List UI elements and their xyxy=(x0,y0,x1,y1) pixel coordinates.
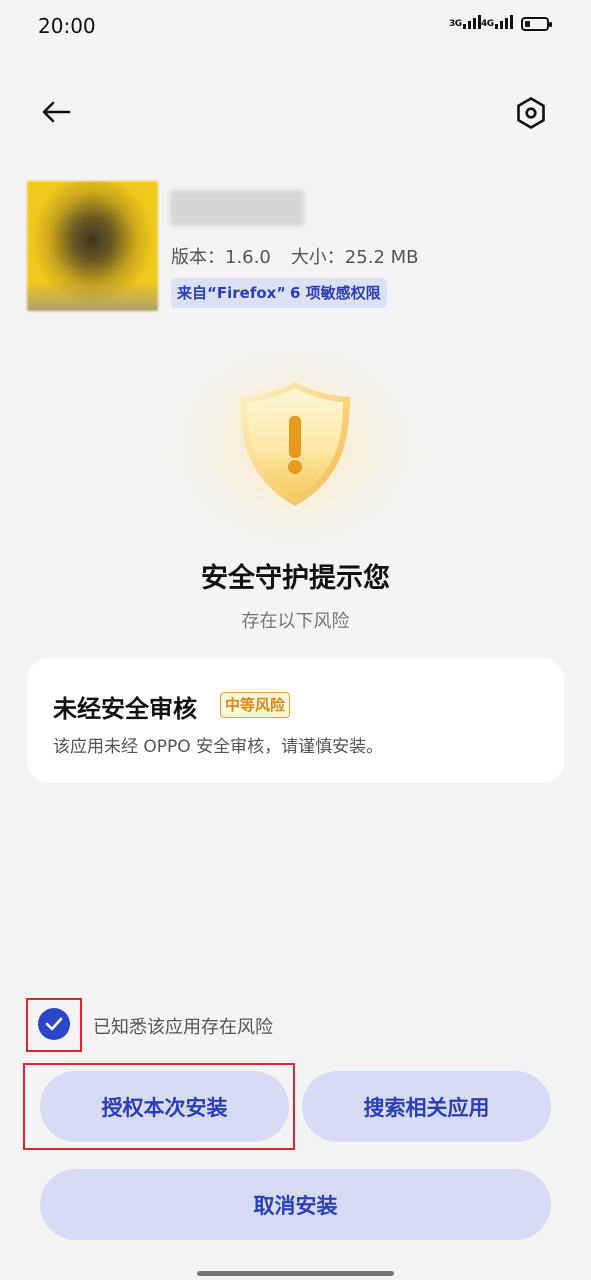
app-size: 大小：25.2 MB xyxy=(290,247,419,268)
hexagon-gear-icon xyxy=(517,97,545,129)
allow-install-button[interactable]: 授权本次安装 xyxy=(40,1071,289,1142)
home-indicator[interactable] xyxy=(197,1271,394,1276)
source-tag: 来自“Firefox” xyxy=(171,278,293,308)
signal-3g-indicator: 3G xyxy=(449,15,481,29)
network-3g-label: 3G xyxy=(449,19,462,29)
risk-level-badge: 中等风险 xyxy=(220,692,291,718)
search-related-apps-button[interactable]: 搜索相关应用 xyxy=(302,1071,551,1142)
app-version: 版本：1.6.0 xyxy=(171,247,271,268)
status-time: 20:00 xyxy=(38,14,96,38)
signal-bars-icon xyxy=(494,15,513,29)
warning-subtitle: 存在以下风险 xyxy=(241,611,350,632)
back-button[interactable] xyxy=(38,94,74,130)
cancel-install-button[interactable]: 取消安装 xyxy=(40,1169,551,1240)
signal-4g-indicator: 4G xyxy=(481,15,513,29)
risk-title: 未经安全审核 xyxy=(53,695,197,723)
network-4g-label: 4G xyxy=(481,19,494,29)
battery-icon xyxy=(521,17,552,31)
acknowledge-label[interactable]: 已知悉该应用存在风险 xyxy=(93,1013,273,1039)
signal-bars-icon xyxy=(462,15,481,29)
arrow-left-icon xyxy=(42,101,71,123)
warning-title: 安全守护提示您 xyxy=(201,563,390,594)
shield-exclamation-icon xyxy=(240,382,350,506)
app-name-redacted xyxy=(170,190,304,226)
checkmark-icon xyxy=(45,1017,63,1031)
app-meta: 版本：1.6.0 大小：25.2 MB xyxy=(171,243,419,269)
risk-description: 该应用未经 OPPO 安全审核，请谨慎安装。 xyxy=(53,737,384,757)
permissions-tag[interactable]: 6 项敏感权限 xyxy=(284,278,387,308)
app-icon xyxy=(27,181,158,311)
settings-button[interactable] xyxy=(512,94,550,132)
acknowledge-checkbox[interactable] xyxy=(38,1008,70,1040)
